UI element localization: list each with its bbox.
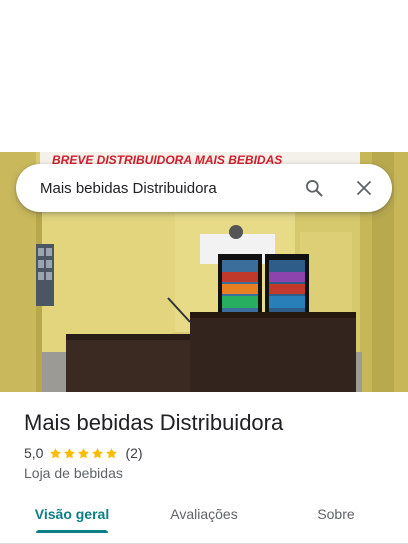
- search-input[interactable]: Mais bebidas Distribuidora: [16, 180, 302, 197]
- search-icon[interactable]: [302, 176, 326, 200]
- star-icon: [78, 447, 90, 458]
- star-icon: [50, 447, 62, 458]
- close-icon[interactable]: [352, 176, 376, 200]
- place-name: Mais bebidas Distribuidora: [24, 410, 284, 435]
- review-count[interactable]: (2): [125, 445, 142, 461]
- selected-tab-indicator: [36, 530, 108, 533]
- rating-row[interactable]: 5,0 (2): [24, 445, 143, 461]
- star-icon: [106, 447, 118, 458]
- tab-about[interactable]: Sobre: [296, 492, 376, 536]
- place-category[interactable]: Loja de bebidas: [24, 465, 123, 481]
- rating-value: 5,0: [24, 445, 44, 461]
- place-tabs: Visão geral Avaliações Sobre: [0, 492, 408, 544]
- search-bar[interactable]: Mais bebidas Distribuidora: [16, 164, 392, 212]
- star-icon: [92, 447, 104, 458]
- place-panel: BREVE DISTRIBUIDORA MAIS BEBIDAS Mais be…: [0, 0, 408, 544]
- star-rating: [49, 447, 119, 460]
- star-icon: [64, 447, 76, 458]
- tab-reviews[interactable]: Avaliações: [154, 492, 254, 536]
